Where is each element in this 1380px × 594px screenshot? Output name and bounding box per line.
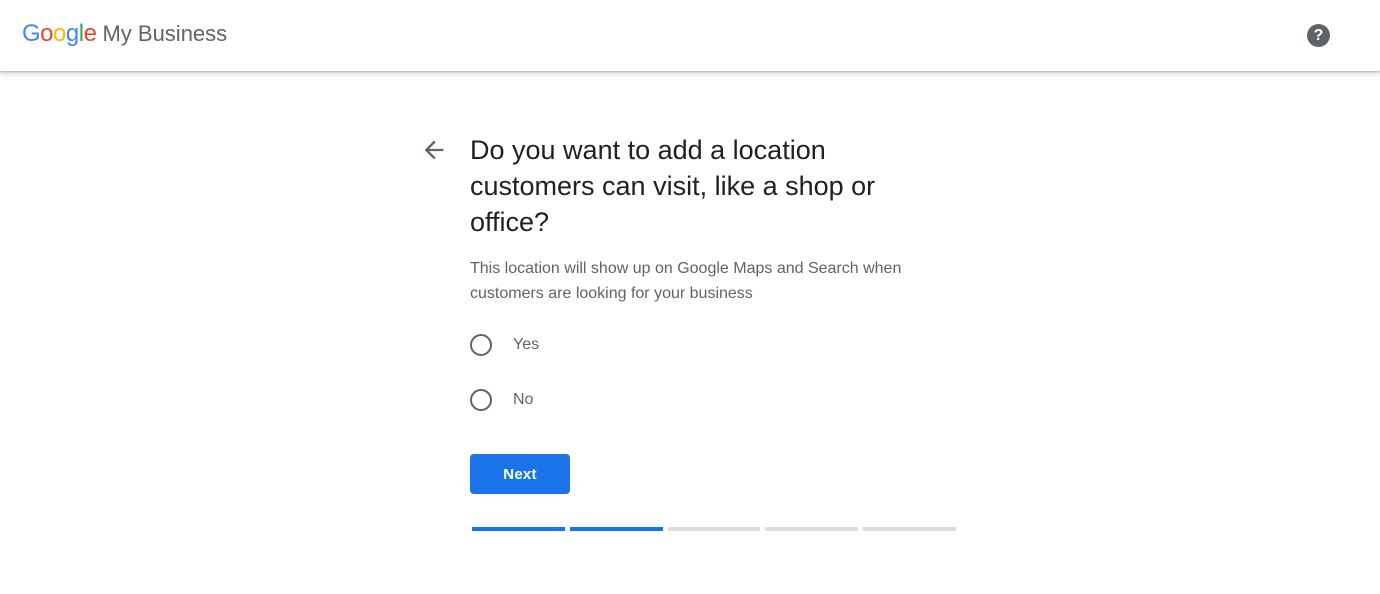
google-my-business-logo[interactable]: Google My Business	[22, 20, 227, 48]
step-progress-bar	[472, 527, 956, 532]
help-circle-icon[interactable]: ?	[1307, 24, 1330, 47]
google-wordmark: Google	[22, 20, 97, 48]
logo-letter: G	[22, 20, 41, 47]
progress-step-pending	[863, 527, 956, 531]
arrow-back-icon[interactable]	[420, 136, 448, 164]
logo-letter: o	[40, 20, 54, 47]
radio-option-yes[interactable]: Yes	[470, 333, 539, 357]
product-name: My Business	[102, 21, 228, 46]
progress-step-complete	[569, 527, 663, 531]
question-subtitle: This location will show up on Google Map…	[470, 260, 902, 302]
radio-button-yes[interactable]	[470, 334, 492, 356]
arrow-back-icon-svg	[424, 140, 444, 160]
progress-step-pending	[765, 527, 859, 531]
question-title: Do you want to add a location customers …	[470, 135, 876, 237]
next-button[interactable]: Next	[470, 454, 570, 494]
app-header: Google My Business ?	[0, 0, 1380, 71]
progress-step-complete	[472, 527, 565, 531]
logo-letter: e	[83, 20, 97, 47]
progress-step-pending	[667, 527, 761, 531]
radio-button-no[interactable]	[470, 389, 492, 411]
radio-label-yes: Yes	[513, 336, 540, 353]
logo-letter: g	[65, 20, 79, 47]
radio-option-no[interactable]: No	[470, 388, 533, 412]
radio-label-no: No	[513, 391, 534, 408]
logo-letter: o	[53, 20, 66, 47]
